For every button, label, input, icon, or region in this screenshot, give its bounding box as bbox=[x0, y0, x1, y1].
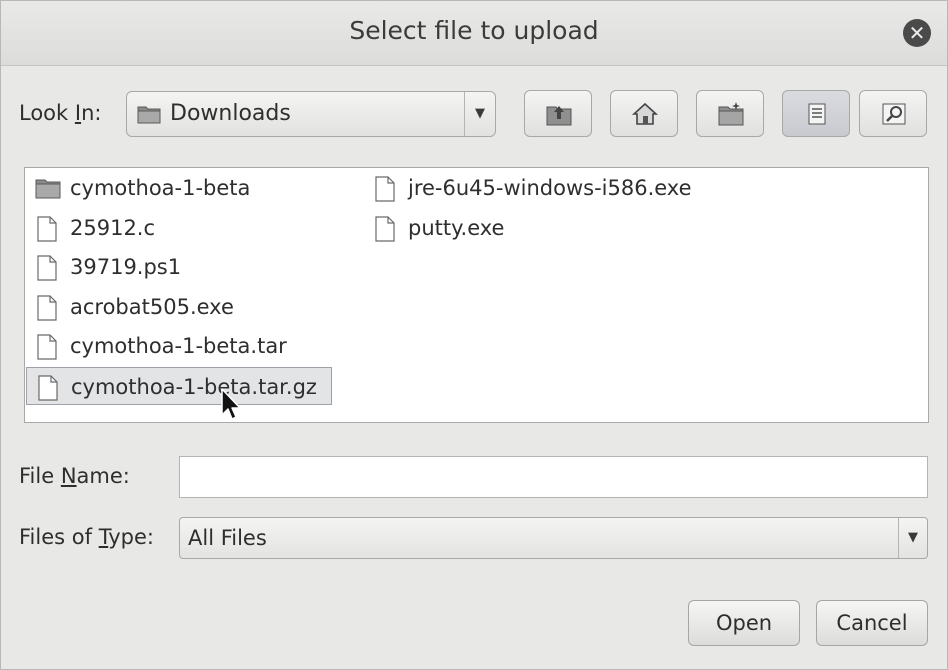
file-name-input[interactable] bbox=[179, 456, 928, 498]
file-item-label: 39719.ps1 bbox=[70, 255, 182, 279]
details-view-button[interactable] bbox=[859, 90, 927, 137]
file-item-label: cymothoa-1-beta.tar bbox=[70, 334, 287, 358]
mouse-cursor-icon bbox=[221, 388, 241, 420]
new-folder-icon bbox=[718, 102, 744, 126]
list-view-button[interactable] bbox=[782, 90, 850, 137]
file-item-label: cymothoa-1-beta bbox=[70, 176, 251, 200]
file-item[interactable]: cymothoa-1-beta.tar bbox=[26, 327, 332, 365]
file-item[interactable]: 25912.c bbox=[26, 209, 332, 247]
look-in-label: Look In: bbox=[19, 101, 102, 125]
file-item[interactable]: putty.exe bbox=[364, 209, 694, 247]
new-folder-button[interactable] bbox=[696, 90, 764, 137]
list-view-icon bbox=[808, 103, 826, 125]
file-item[interactable]: jre-6u45-windows-i586.exe bbox=[364, 169, 694, 207]
chevron-down-icon[interactable]: ▼ bbox=[464, 92, 495, 136]
file-item-label: jre-6u45-windows-i586.exe bbox=[408, 176, 692, 200]
files-of-type-value: All Files bbox=[188, 526, 267, 550]
folder-icon bbox=[137, 106, 161, 124]
dialog-title: Select file to upload bbox=[349, 16, 599, 45]
files-of-type-label: Files of Type: bbox=[19, 525, 155, 549]
file-item[interactable]: acrobat505.exe bbox=[26, 288, 332, 326]
file-item-label: 25912.c bbox=[70, 215, 156, 240]
up-one-level-icon bbox=[546, 106, 572, 126]
title-bar[interactable]: Select file to upload ✕ bbox=[1, 1, 947, 66]
open-button[interactable]: Open bbox=[688, 600, 800, 646]
chevron-down-icon[interactable]: ▼ bbox=[898, 518, 927, 558]
file-chooser-dialog: Select file to upload ✕ Look In: Downloa… bbox=[0, 0, 948, 670]
file-name-label: File Name: bbox=[19, 464, 130, 488]
look-in-dropdown[interactable]: Downloads ▼ bbox=[126, 91, 496, 137]
cancel-button[interactable]: Cancel bbox=[816, 600, 928, 646]
file-item-label: putty.exe bbox=[408, 215, 505, 240]
file-list[interactable]: cymothoa-1-beta 25912.c 39719.ps1 acrobat50… bbox=[24, 167, 929, 423]
details-view-icon bbox=[882, 103, 906, 125]
home-icon bbox=[631, 102, 659, 125]
up-one-level-button[interactable] bbox=[524, 90, 592, 137]
folder-item[interactable]: cymothoa-1-beta bbox=[26, 169, 332, 207]
file-item[interactable]: cymothoa-1-beta.tar.gz bbox=[26, 366, 332, 405]
file-item[interactable]: 39719.ps1 bbox=[26, 248, 332, 286]
files-of-type-dropdown[interactable]: All Files ▼ bbox=[179, 517, 928, 559]
look-in-value: Downloads bbox=[170, 101, 291, 126]
file-item-label: cymothoa-1-beta.tar.gz bbox=[71, 374, 317, 399]
home-button[interactable] bbox=[610, 90, 678, 137]
file-item-label: acrobat505.exe bbox=[70, 294, 234, 319]
close-icon[interactable]: ✕ bbox=[903, 19, 931, 47]
